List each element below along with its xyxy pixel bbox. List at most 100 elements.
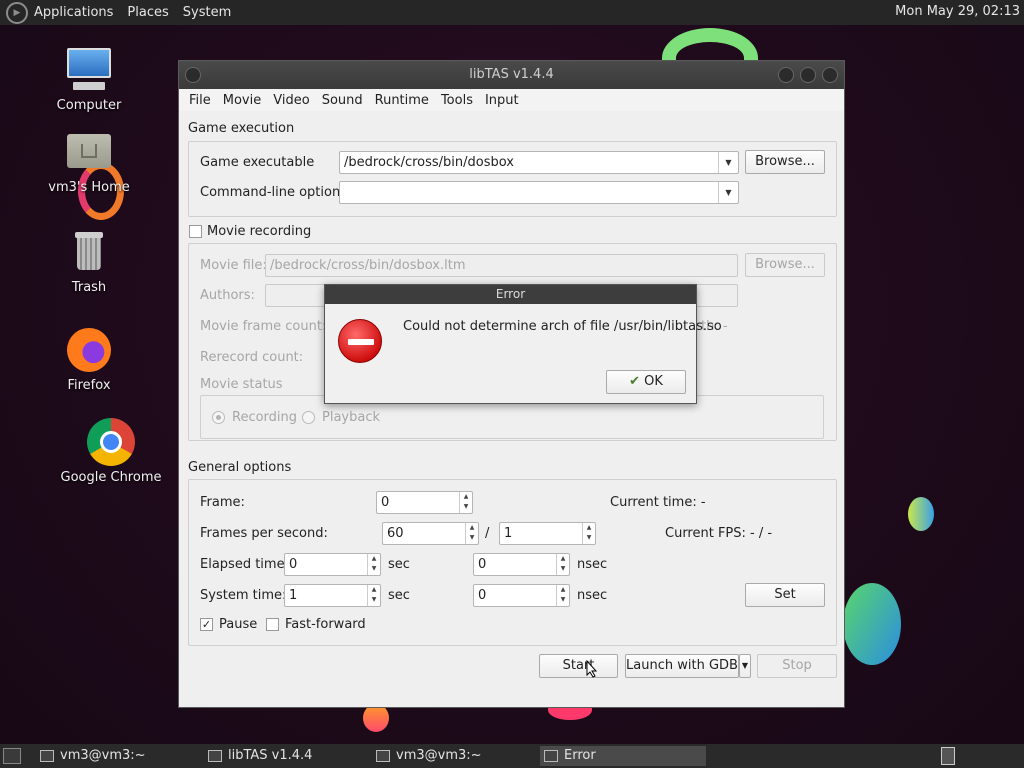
pause-checkbox[interactable]: ✓: [200, 618, 213, 631]
menu-input[interactable]: Input: [479, 93, 525, 108]
fps-denominator-value: 1: [504, 526, 513, 541]
browse-executable-button[interactable]: Browse...: [745, 150, 825, 174]
menu-runtime[interactable]: Runtime: [369, 93, 435, 108]
movie-file-label: Movie file:: [200, 258, 267, 273]
desktop-icon-label: Trash: [71, 280, 107, 295]
chevron-down-icon[interactable]: ▼: [718, 182, 738, 203]
close-icon[interactable]: [822, 67, 838, 83]
game-execution-label: Game execution: [188, 121, 295, 136]
stop-button[interactable]: Stop: [757, 654, 837, 678]
desktop-icon-label: Google Chrome: [60, 470, 162, 485]
fps-numerator-spinbox[interactable]: 60 ▲ ▼: [382, 522, 479, 545]
desktop-icon-label: Computer: [56, 98, 122, 113]
window-menu-icon[interactable]: [185, 67, 201, 83]
current-time-label: Current time: -: [610, 495, 706, 510]
spin-arrows-icon[interactable]: ▲ ▼: [582, 523, 595, 544]
taskbar: vm3@vm3:~ libTAS v1.4.4 vm3@vm3:~ Error: [0, 744, 1024, 768]
spin-arrows-icon[interactable]: ▲ ▼: [465, 523, 478, 544]
desktop-icon-firefox[interactable]: Firefox: [34, 326, 144, 393]
frame-spinbox[interactable]: 0 ▲ ▼: [376, 491, 473, 514]
fps-label: Frames per second:: [200, 526, 328, 541]
movie-file-input[interactable]: /bedrock/cross/bin/dosbox.ltm: [265, 254, 738, 277]
desktop-icon-chrome[interactable]: Google Chrome: [56, 418, 166, 485]
set-time-button[interactable]: Set: [745, 583, 825, 607]
desktop-icon-home[interactable]: vm3's Home: [34, 128, 144, 195]
spin-arrows-icon[interactable]: ▲ ▼: [556, 585, 569, 606]
window-title: libTAS v1.4.4: [469, 67, 554, 82]
chevron-down-icon[interactable]: ▼: [718, 152, 738, 173]
error-stop-icon: [338, 319, 382, 363]
places-menu[interactable]: Places: [127, 5, 168, 20]
system-sec-spinbox[interactable]: 1 ▲ ▼: [284, 584, 381, 607]
elapsed-time-label: Elapsed time:: [200, 557, 289, 572]
system-nsec-spinbox[interactable]: 0 ▲ ▼: [473, 584, 570, 607]
minimize-icon[interactable]: [778, 67, 794, 83]
desktop-icon-computer[interactable]: Computer: [34, 46, 144, 113]
taskbar-task-terminal-2[interactable]: vm3@vm3:~: [372, 746, 532, 766]
task-label: vm3@vm3:~: [396, 748, 482, 763]
menu-movie[interactable]: Movie: [217, 93, 267, 108]
ok-button[interactable]: ✔ OK: [606, 370, 686, 394]
dialog-title[interactable]: Error: [325, 285, 696, 304]
spin-arrows-icon[interactable]: ▲ ▼: [367, 554, 380, 575]
ok-check-icon: ✔: [629, 374, 640, 389]
desktop-icon-trash[interactable]: Trash: [34, 228, 144, 295]
workspace-switcher-icon[interactable]: [941, 747, 955, 765]
frame-value: 0: [381, 495, 390, 510]
spin-arrows-icon[interactable]: ▲ ▼: [556, 554, 569, 575]
fps-numerator-value: 60: [387, 526, 404, 541]
applications-menu[interactable]: Applications: [34, 5, 113, 20]
movie-recording-label[interactable]: Movie recording: [207, 224, 311, 239]
clock[interactable]: Mon May 29, 02:13: [895, 4, 1020, 19]
playback-radio-label: Playback: [322, 410, 381, 425]
task-label: libTAS v1.4.4: [228, 748, 313, 763]
mouse-cursor-icon: [586, 660, 598, 678]
decor-blob-right-large: [843, 583, 901, 665]
menu-video[interactable]: Video: [267, 93, 315, 108]
decor-blob-right-small: [908, 497, 934, 531]
maximize-icon[interactable]: [800, 67, 816, 83]
fast-forward-checkbox[interactable]: [266, 618, 279, 631]
taskbar-task-error[interactable]: Error: [540, 746, 706, 766]
start-button[interactable]: Start: [539, 654, 618, 678]
trash-icon: [65, 228, 113, 276]
chevron-down-icon: ▼: [741, 661, 749, 670]
movie-recording-checkbox[interactable]: [189, 225, 202, 238]
movie-status-label: Movie status: [200, 377, 283, 392]
browse-movie-button[interactable]: Browse...: [745, 253, 825, 277]
home-folder-icon: [65, 128, 113, 176]
system-menu[interactable]: System: [183, 5, 231, 20]
menu-sound[interactable]: Sound: [316, 93, 369, 108]
general-options-label: General options: [188, 460, 292, 475]
cmdline-options-combo[interactable]: ▼: [339, 181, 739, 204]
taskbar-task-libtas[interactable]: libTAS v1.4.4: [204, 746, 364, 766]
system-nsec-unit: nsec: [577, 588, 608, 603]
taskbar-task-terminal-1[interactable]: vm3@vm3:~: [36, 746, 196, 766]
system-time-label: System time:: [200, 588, 287, 603]
game-executable-combo[interactable]: /bedrock/cross/bin/dosbox ▼: [339, 151, 739, 174]
show-desktop-icon[interactable]: [3, 748, 21, 764]
launch-gdb-dropdown[interactable]: ▼: [739, 654, 751, 678]
launch-gdb-button[interactable]: Launch with GDB: [625, 654, 739, 678]
pause-label[interactable]: Pause: [219, 617, 257, 632]
firefox-icon: [65, 326, 113, 374]
playback-radio[interactable]: [302, 411, 315, 424]
computer-icon: [65, 46, 113, 94]
elapsed-sec-unit: sec: [388, 557, 410, 572]
desktop-icon-label: vm3's Home: [48, 180, 130, 195]
window-titlebar[interactable]: libTAS v1.4.4: [179, 61, 844, 89]
spin-arrows-icon[interactable]: ▲ ▼: [367, 585, 380, 606]
movie-frame-count-label: Movie frame count:: [200, 319, 327, 334]
system-sec-unit: sec: [388, 588, 410, 603]
terminal-icon: [40, 750, 54, 762]
menu-tools[interactable]: Tools: [435, 93, 479, 108]
recording-radio[interactable]: [212, 411, 225, 424]
fast-forward-label[interactable]: Fast-forward: [285, 617, 366, 632]
spin-arrows-icon[interactable]: ▲ ▼: [459, 492, 472, 513]
elapsed-nsec-spinbox[interactable]: 0 ▲ ▼: [473, 553, 570, 576]
fps-denominator-spinbox[interactable]: 1 ▲ ▼: [499, 522, 596, 545]
menu-file[interactable]: File: [183, 93, 217, 108]
ok-label: OK: [644, 374, 663, 389]
system-logo-icon[interactable]: ▶: [6, 1, 28, 24]
elapsed-sec-spinbox[interactable]: 0 ▲ ▼: [284, 553, 381, 576]
